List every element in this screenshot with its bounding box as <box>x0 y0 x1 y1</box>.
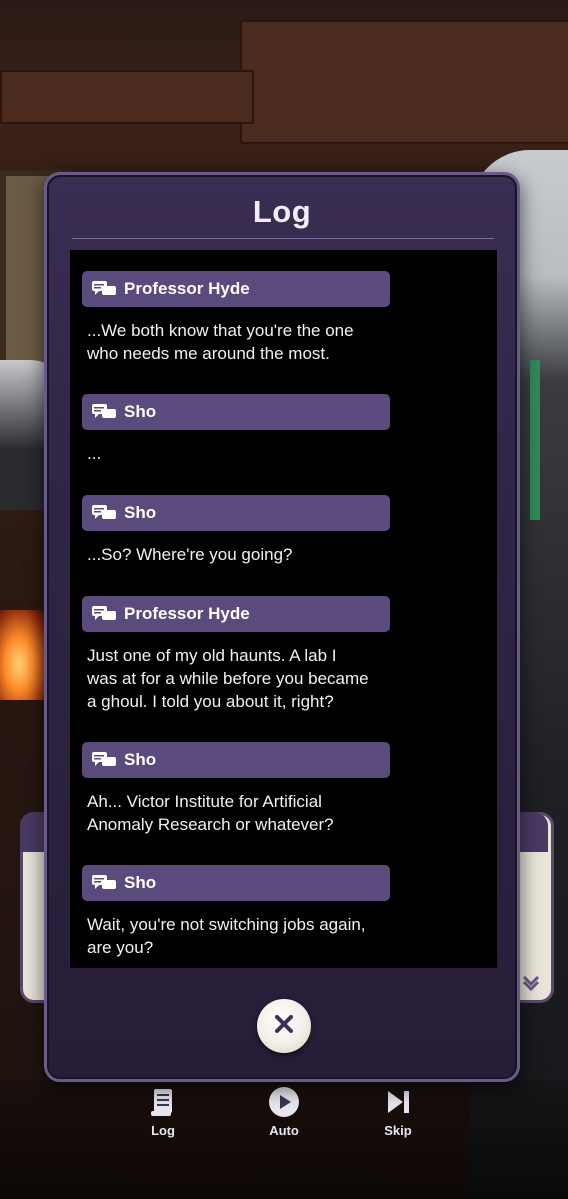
speaker-name: Sho <box>124 750 157 769</box>
speaker-bar: Sho <box>82 742 390 778</box>
skip-button[interactable]: Skip <box>363 1085 433 1138</box>
speaker-name: Professor Hyde <box>124 604 250 623</box>
speaker-name: Sho <box>124 402 157 421</box>
skip-icon <box>363 1085 433 1119</box>
dialogue-text: Just one of my old haunts. A lab I was a… <box>87 646 369 711</box>
log-scroll-area[interactable]: Professor Hyde ...We both know that you'… <box>70 250 497 968</box>
log-entry: Sho Wait, you're not switching jobs agai… <box>82 865 412 959</box>
speaker-name: Sho <box>124 873 157 892</box>
dialogue-text: ... <box>87 444 102 463</box>
chevron-down-icon <box>520 970 542 998</box>
log-title: Log <box>252 194 312 229</box>
dialogue-text: ...We both know that you're the one who … <box>87 321 354 363</box>
speaker-bar: Sho <box>82 394 390 430</box>
speaker-bar: Professor Hyde <box>82 271 390 307</box>
dialogue-text: Ah... Victor Institute for Artificial An… <box>87 792 334 834</box>
log-entry: Professor Hyde ...We both know that you'… <box>82 271 412 365</box>
log-button[interactable]: Log <box>128 1085 198 1138</box>
fireplace <box>0 610 48 700</box>
speaker-name: Sho <box>124 503 157 522</box>
chat-bubbles-icon <box>92 875 116 891</box>
close-button[interactable] <box>257 999 311 1053</box>
dialogue-text: ...So? Where're you going? <box>87 545 293 564</box>
character-tie <box>530 360 540 520</box>
log-entry: Sho Ah... Victor Institute for Artificia… <box>82 742 412 836</box>
speaker-name: Professor Hyde <box>124 279 250 298</box>
speaker-bar: Sho <box>82 495 390 531</box>
chat-bubbles-icon <box>92 752 116 768</box>
ceiling-beam <box>0 70 254 124</box>
speaker-bar: Professor Hyde <box>82 596 390 632</box>
chat-bubbles-icon <box>92 505 116 521</box>
play-icon <box>249 1085 319 1119</box>
log-entry: Sho ... <box>82 394 412 465</box>
title-divider <box>72 238 494 239</box>
speaker-bar: Sho <box>82 865 390 901</box>
log-entry: Sho ...So? Where're you going? <box>82 495 412 566</box>
log-entry: Professor Hyde Just one of my old haunts… <box>82 596 412 713</box>
log-button-label: Log <box>151 1123 175 1138</box>
chat-bubbles-icon <box>92 404 116 420</box>
dialogue-text: Wait, you're not switching jobs again, a… <box>87 915 366 957</box>
close-x-icon <box>271 1011 297 1042</box>
chat-bubbles-icon <box>92 606 116 622</box>
ceiling-beam <box>240 20 568 144</box>
skip-button-label: Skip <box>384 1123 412 1138</box>
auto-button[interactable]: Auto <box>249 1085 319 1138</box>
scroll-icon <box>128 1085 198 1119</box>
auto-button-label: Auto <box>269 1123 299 1138</box>
chat-bubbles-icon <box>92 281 116 297</box>
